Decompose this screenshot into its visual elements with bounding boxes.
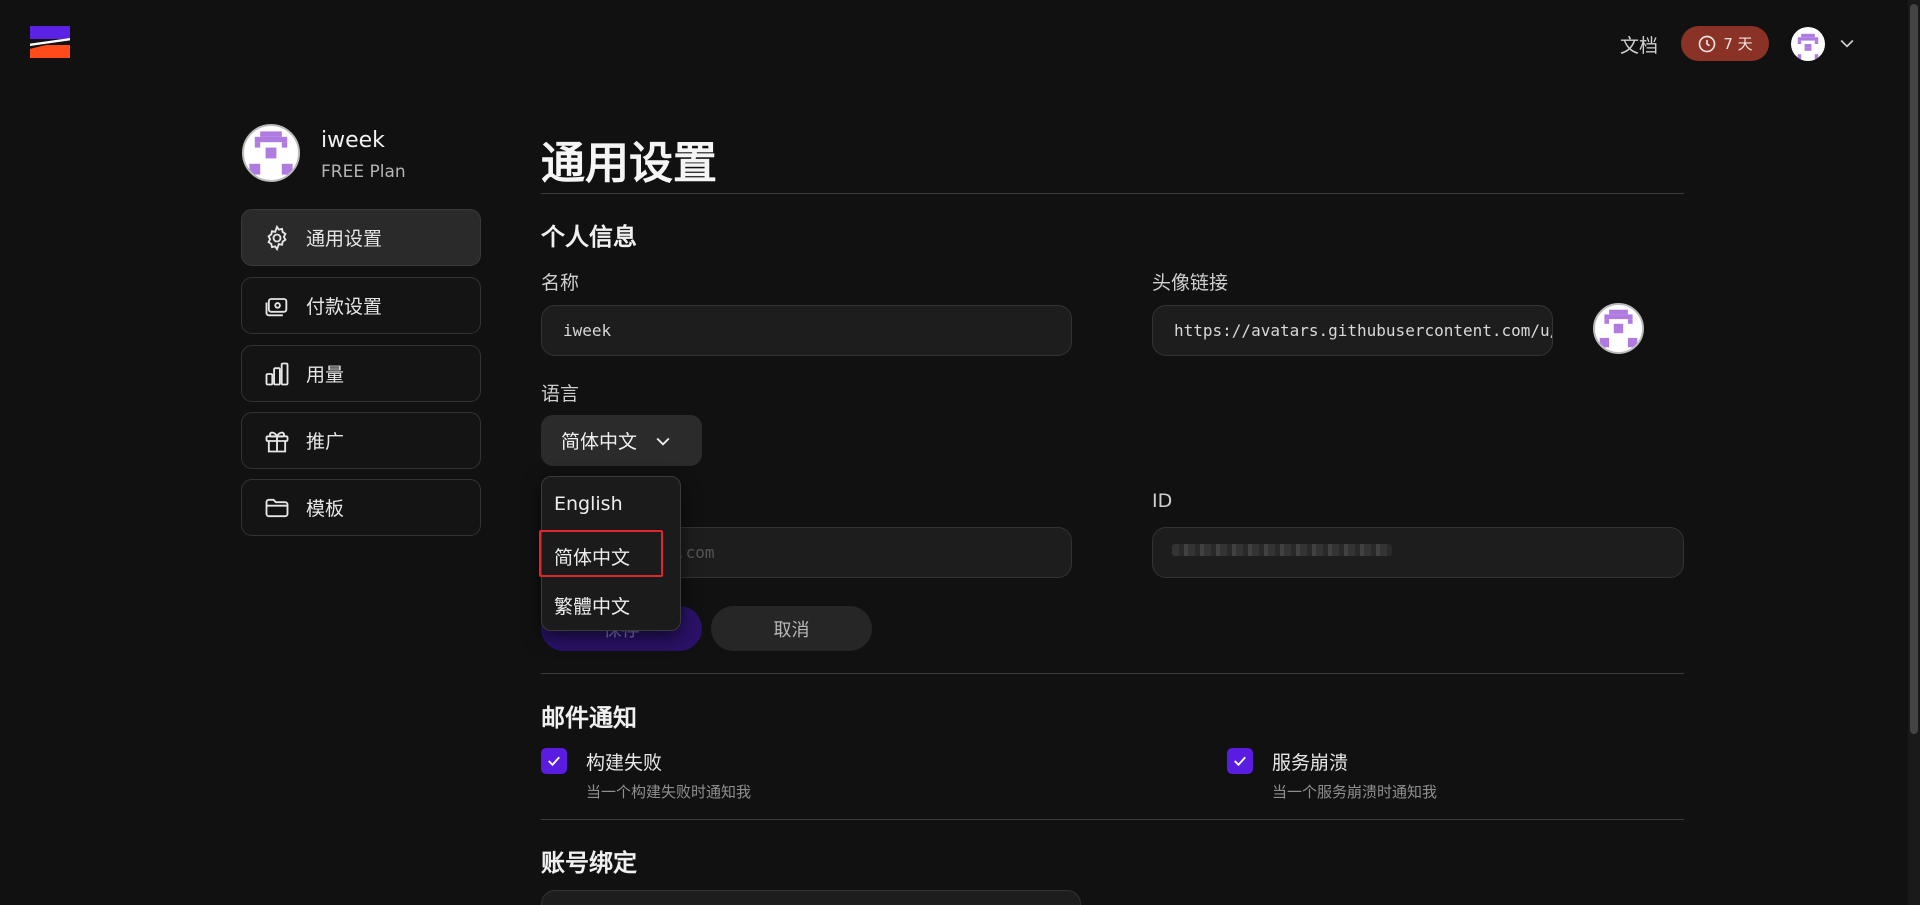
service-crash-desc: 当一个服务崩溃时通知我 [1272, 783, 1438, 801]
scrollbar-thumb[interactable] [1910, 4, 1918, 734]
sidebar-avatar [242, 124, 300, 182]
identicon-icon [1599, 309, 1638, 348]
clock-icon [1699, 35, 1716, 52]
trial-badge[interactable]: 7 天 [1681, 26, 1769, 61]
language-option-traditional-chinese[interactable]: 繁體中文 [554, 592, 630, 619]
cancel-button[interactable]: 取消 [711, 606, 872, 651]
avatar-url-label: 头像链接 [1152, 272, 1229, 294]
top-bar: 文档 7 天 [0, 0, 1920, 80]
divider [541, 673, 1684, 674]
language-select[interactable]: 简体中文 [541, 415, 702, 466]
account-binding-row[interactable] [541, 890, 1081, 905]
sidebar-item-label: 付款设置 [306, 296, 383, 318]
avatar[interactable] [1791, 27, 1825, 61]
chevron-down-icon [656, 437, 670, 446]
build-failed-label: 构建失败 [586, 752, 663, 774]
gift-icon [265, 431, 289, 452]
trial-label: 7 天 [1723, 35, 1753, 53]
service-crash-label: 服务崩溃 [1272, 752, 1349, 774]
divider [541, 193, 1684, 194]
check-icon [1234, 756, 1246, 767]
id-label: ID [1152, 490, 1173, 512]
section-title-account-binding: 账号绑定 [541, 849, 637, 877]
sidebar-username: iweek [321, 128, 385, 153]
identicon-icon [1797, 33, 1819, 61]
sidebar-plan: FREE Plan [321, 162, 406, 182]
docs-link[interactable]: 文档 [1620, 31, 1658, 58]
id-value-redacted [1172, 544, 1392, 556]
section-title-personal: 个人信息 [541, 223, 637, 251]
sidebar-item-referral[interactable]: 推广 [241, 412, 481, 469]
sidebar-item-templates[interactable]: 模板 [241, 479, 481, 536]
avatar-url-input[interactable]: https://avatars.githubusercontent.com/u/… [1152, 305, 1553, 356]
identicon-icon [249, 131, 293, 175]
sidebar-item-usage[interactable]: 用量 [241, 345, 481, 402]
avatar-preview [1593, 303, 1644, 354]
selection-highlight [539, 530, 663, 577]
sidebar-item-label: 通用设置 [306, 228, 383, 250]
sidebar-item-label: 模板 [306, 498, 345, 520]
build-failed-desc: 当一个构建失败时通知我 [586, 783, 752, 801]
chevron-down-icon[interactable] [1837, 33, 1857, 53]
name-input[interactable]: iweek [541, 305, 1072, 356]
divider [541, 819, 1684, 820]
section-title-email-notify: 邮件通知 [541, 704, 637, 732]
language-select-value: 简体中文 [561, 431, 638, 453]
name-label: 名称 [541, 272, 580, 294]
checkbox-service-crash[interactable] [1227, 748, 1253, 774]
sidebar-item-label: 用量 [306, 364, 345, 386]
sidebar-item-general[interactable]: 通用设置 [241, 209, 481, 266]
logo[interactable] [30, 26, 70, 58]
sidebar-item-billing[interactable]: 付款设置 [241, 277, 481, 334]
checkbox-build-failed[interactable] [541, 748, 567, 774]
gear-icon [267, 224, 287, 251]
folder-icon [265, 498, 289, 517]
check-icon [548, 756, 560, 767]
page-title: 通用设置 [541, 138, 717, 189]
sidebar-item-label: 推广 [306, 431, 345, 453]
wallet-icon [265, 297, 288, 316]
bar-chart-icon [265, 362, 289, 385]
language-option-english[interactable]: English [554, 493, 623, 515]
language-label: 语言 [541, 383, 580, 405]
